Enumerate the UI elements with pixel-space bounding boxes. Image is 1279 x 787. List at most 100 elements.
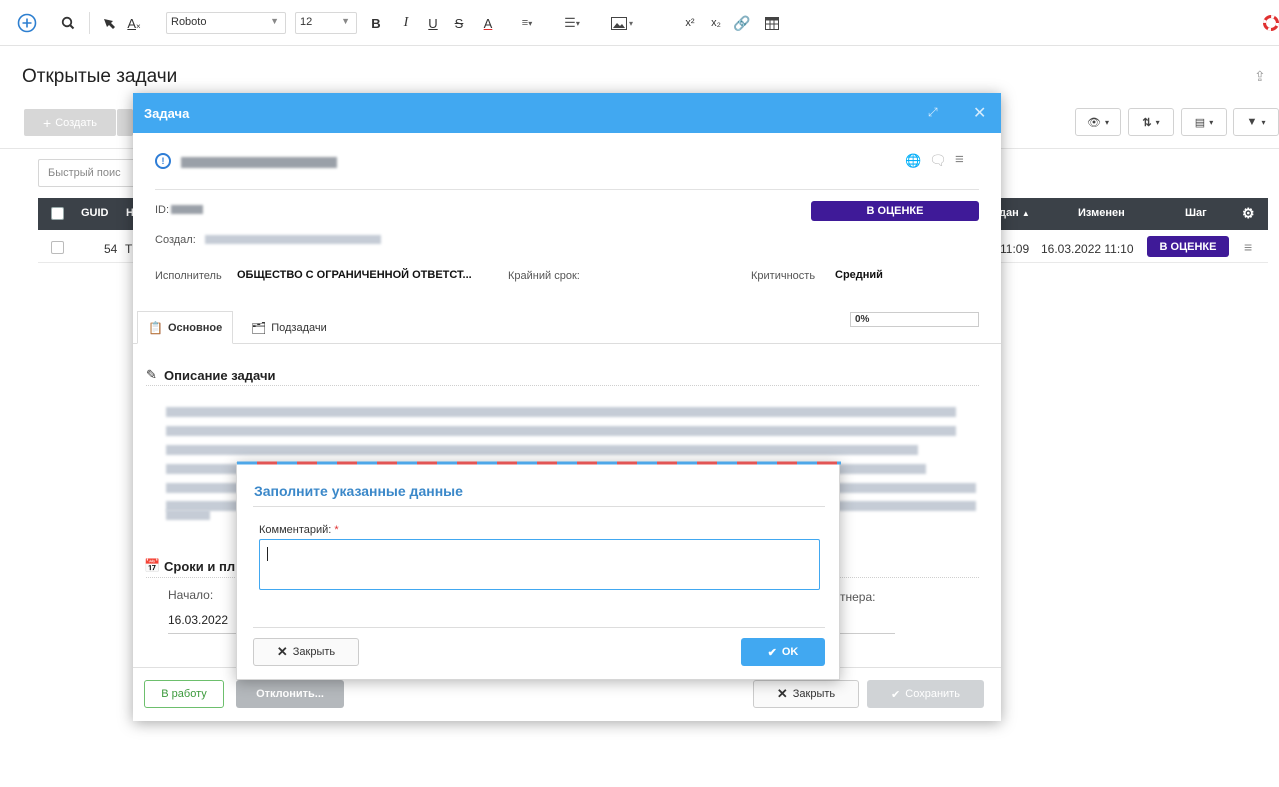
column-created-label: дан bbox=[999, 207, 1019, 219]
tab-subtasks-label: Подзадачи bbox=[271, 321, 327, 334]
reject-button[interactable]: Отклонить... bbox=[236, 680, 344, 708]
task-modal-title: Задача bbox=[144, 106, 190, 121]
progress-bar: 0% bbox=[850, 312, 979, 327]
executor-label: Исполнитель bbox=[155, 270, 222, 282]
save-button-label: Сохранить bbox=[905, 688, 960, 700]
page-title: Открытые задачи bbox=[22, 66, 178, 87]
row-checkbox[interactable] bbox=[51, 241, 64, 254]
eye-icon: 👁 bbox=[1087, 116, 1101, 129]
plus-icon: + bbox=[43, 114, 52, 131]
executor-value: ОБЩЕСТВО С ОГРАНИЧЕННОЙ ОТВЕТСТ... bbox=[237, 269, 472, 281]
close-icon[interactable]: ✕ bbox=[973, 103, 986, 123]
table-icon[interactable] bbox=[762, 12, 782, 34]
image-icon[interactable]: ▾ bbox=[605, 12, 639, 34]
id-value-redacted bbox=[171, 205, 203, 214]
criticality-value: Средний bbox=[835, 269, 883, 281]
task-name-redacted bbox=[181, 157, 337, 168]
ok-label: OK bbox=[781, 646, 799, 658]
grid-settings-gear-icon[interactable]: ⚙ bbox=[1242, 205, 1255, 222]
tabs-divider bbox=[133, 343, 1001, 344]
toolbar-separator bbox=[89, 12, 90, 34]
description-title: Описание задачи bbox=[164, 368, 276, 383]
subtasks-tab-icon: 🗂 bbox=[251, 320, 267, 335]
chevron-down-icon: ▼ bbox=[341, 16, 350, 26]
comments-icon[interactable]: 🗨 bbox=[929, 152, 947, 169]
tab-subtasks[interactable]: 🗂 Подзадачи bbox=[241, 311, 337, 344]
filter-button[interactable]: ▼ ▾ bbox=[1233, 108, 1279, 136]
main-tab-icon: 📋 bbox=[148, 320, 163, 335]
view-toggle-button[interactable]: 👁 ▾ bbox=[1075, 108, 1121, 136]
row-modified: 16.03.2022 11:10 bbox=[1041, 242, 1134, 256]
close-x-icon: ✕ bbox=[776, 686, 788, 701]
search-icon[interactable] bbox=[58, 12, 78, 34]
text-cursor bbox=[267, 547, 268, 561]
italic-button[interactable]: I bbox=[397, 12, 415, 34]
help-lifebuoy-icon[interactable] bbox=[1262, 12, 1279, 34]
check-icon: ✔ bbox=[767, 646, 777, 659]
font-color-button[interactable]: A bbox=[479, 12, 497, 34]
column-modified[interactable]: Изменен bbox=[1078, 207, 1125, 219]
create-label: Создать bbox=[55, 116, 97, 129]
description-redacted-line bbox=[166, 510, 210, 520]
task-type-icon: ! bbox=[155, 153, 171, 169]
font-size-select[interactable]: 12 ▼ bbox=[295, 12, 357, 34]
column-guid[interactable]: GUID bbox=[81, 207, 109, 219]
status-badge: В ОЦЕНКЕ bbox=[811, 201, 979, 221]
underline-button[interactable]: U bbox=[424, 12, 442, 34]
font-family-value: Roboto bbox=[171, 16, 207, 28]
menu-icon[interactable]: ≡ bbox=[955, 151, 964, 168]
globe-icon[interactable]: 🌐 bbox=[905, 153, 921, 169]
pencil-icon: ✎ bbox=[146, 367, 157, 382]
chevron-down-icon: ▼ bbox=[270, 16, 279, 26]
clear-format-icon[interactable]: A × bbox=[123, 12, 145, 34]
column-created-partial[interactable]: дан ▲ bbox=[999, 207, 1030, 219]
list-icon[interactable]: ☰ ▾ bbox=[557, 12, 587, 34]
editor-toolbar: A × Roboto ▼ 12 ▼ B I U S A ≡ ▾ ☰ ▾ ▾ x² x… bbox=[0, 0, 1279, 46]
close-button[interactable]: ✕ Закрыть bbox=[753, 680, 859, 708]
paint-format-icon[interactable] bbox=[98, 12, 120, 34]
comment-label-text: Комментарий: bbox=[259, 524, 332, 536]
column-step[interactable]: Шаг bbox=[1185, 207, 1207, 219]
save-button[interactable]: ✔ Сохранить bbox=[867, 680, 984, 708]
description-divider bbox=[146, 385, 979, 386]
dialog-title: Заполните указанные данные bbox=[254, 483, 463, 499]
strikethrough-button[interactable]: S bbox=[450, 12, 468, 34]
expand-icon[interactable]: ⤢ bbox=[928, 105, 938, 120]
superscript-button[interactable]: x² bbox=[680, 12, 700, 34]
start-underline bbox=[168, 633, 238, 634]
task-modal-header[interactable]: Задача ⤢ ✕ bbox=[133, 93, 1001, 133]
comment-textarea[interactable] bbox=[259, 539, 820, 590]
partner-label-partial: тнера: bbox=[840, 590, 876, 604]
to-work-button[interactable]: В работу bbox=[144, 680, 224, 708]
start-label: Начало: bbox=[168, 588, 214, 602]
font-family-select[interactable]: Roboto ▼ bbox=[166, 12, 286, 34]
comment-label: Комментарий: * bbox=[259, 524, 339, 536]
align-icon[interactable]: ≡ ▾ bbox=[513, 12, 541, 34]
add-circle-icon[interactable] bbox=[16, 12, 38, 34]
tab-main[interactable]: 📋 Основное bbox=[137, 311, 234, 344]
dialog-close-button[interactable]: ✕ Закрыть bbox=[253, 638, 359, 666]
description-redacted-line bbox=[166, 426, 956, 436]
dialog-close-label: Закрыть bbox=[292, 646, 336, 658]
ok-button[interactable]: ✔ OK bbox=[741, 638, 825, 666]
check-icon: ✔ bbox=[891, 688, 901, 701]
link-icon[interactable]: 🔗 bbox=[732, 12, 752, 34]
create-button[interactable]: + Создать bbox=[24, 109, 116, 136]
bold-button[interactable]: B bbox=[367, 12, 385, 34]
dialog-title-divider bbox=[253, 506, 825, 507]
id-label: ID: bbox=[155, 204, 170, 216]
partner-underline bbox=[840, 633, 895, 634]
quick-search-input[interactable]: Быстрый поис bbox=[38, 159, 138, 187]
select-all-checkbox[interactable] bbox=[51, 207, 64, 220]
row-menu-icon[interactable]: ≡ bbox=[1244, 239, 1252, 255]
required-mark: * bbox=[334, 524, 339, 536]
tab-main-label: Основное bbox=[167, 321, 223, 334]
dialog-top-stripe bbox=[237, 461, 841, 465]
subscript-button[interactable]: x₂ bbox=[706, 12, 726, 34]
columns-button[interactable]: ▤ ▾ bbox=[1181, 108, 1227, 136]
sort-button[interactable]: ⇅ ▾ bbox=[1128, 108, 1174, 136]
progress-value: 0% bbox=[855, 314, 870, 325]
share-icon[interactable]: ⇪ bbox=[1254, 68, 1266, 85]
description-redacted-line bbox=[166, 407, 956, 417]
create-dropdown-button[interactable] bbox=[117, 109, 133, 136]
